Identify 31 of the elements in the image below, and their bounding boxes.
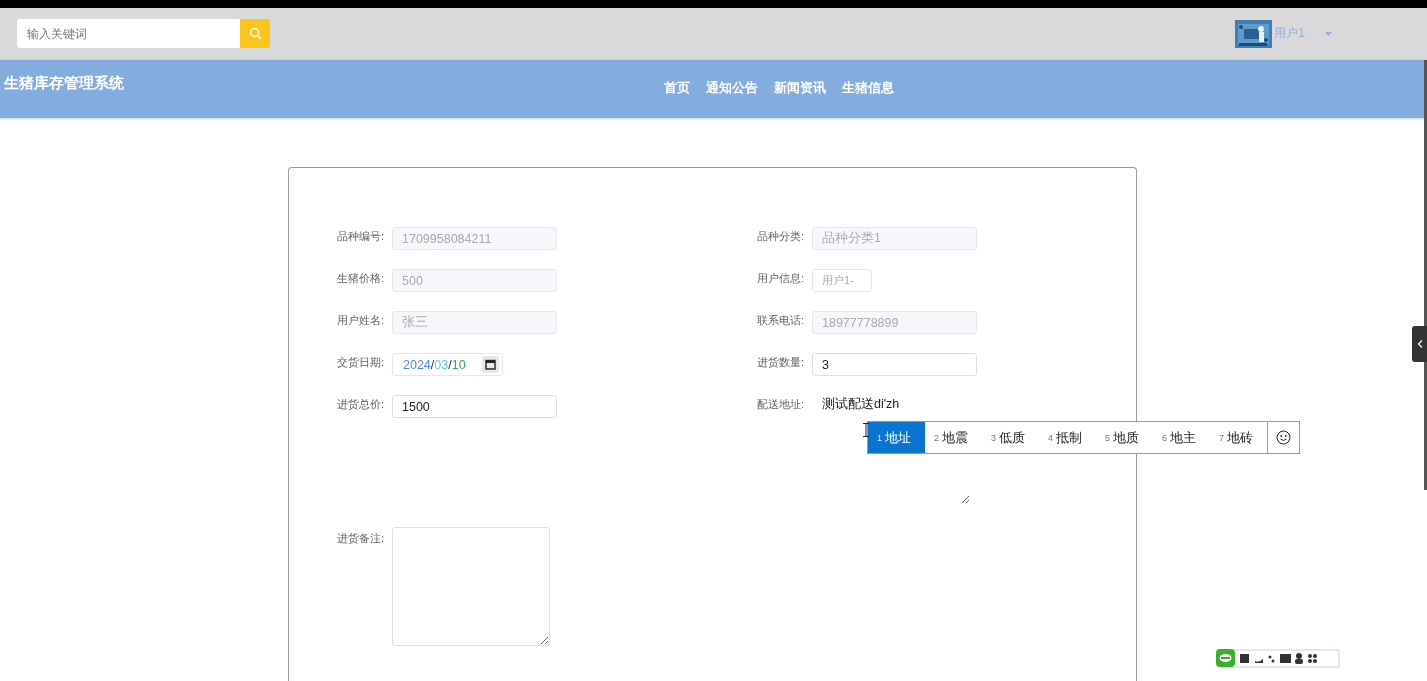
- emoji-icon[interactable]: [1276, 430, 1291, 445]
- field-label: 用户姓名:: [337, 313, 386, 327]
- field-label: 品种编号:: [337, 229, 386, 243]
- ime-candidate[interactable]: 7 地砖: [1210, 422, 1267, 453]
- field-label: 配送地址:: [757, 397, 806, 411]
- ime-candidate[interactable]: 3 低质: [982, 422, 1039, 453]
- calendar-icon[interactable]: [482, 356, 499, 373]
- field-label: 品种分类:: [757, 229, 806, 243]
- ime-candidate[interactable]: 4 抵制: [1039, 422, 1096, 453]
- ime-candidate[interactable]: 6 地主: [1153, 422, 1210, 453]
- ime-candidate[interactable]: 1 地址: [868, 422, 925, 453]
- chevron-left-icon: [1416, 340, 1423, 348]
- text-field[interactable]: 3: [812, 353, 977, 376]
- field-label: 进货备注:: [337, 531, 386, 545]
- ime-candidate[interactable]: 5 地质: [1096, 422, 1153, 453]
- text-cursor-icon: [863, 423, 869, 437]
- field-label: 联系电话:: [757, 313, 806, 327]
- field-label: 进货总价:: [337, 397, 386, 411]
- select-field[interactable]: 用户1-: [812, 269, 872, 292]
- search-field[interactable]: 输入关键词: [17, 19, 240, 48]
- field-label: 进货数量:: [757, 355, 806, 369]
- ime-toolbar-drawing[interactable]: [1215, 647, 1340, 670]
- search-icon: [248, 27, 262, 40]
- field-label: 交货日期:: [337, 355, 386, 369]
- field-label: 生猪价格:: [337, 271, 386, 285]
- side-panel-toggle[interactable]: [1412, 326, 1427, 362]
- text-field[interactable]: 1500: [392, 395, 557, 418]
- field-label: 用户信息:: [757, 271, 806, 285]
- remarks-field[interactable]: [392, 527, 550, 646]
- date-field[interactable]: 2024/03/10: [392, 353, 503, 376]
- site-title: 生猪库存管理系统: [4, 74, 124, 93]
